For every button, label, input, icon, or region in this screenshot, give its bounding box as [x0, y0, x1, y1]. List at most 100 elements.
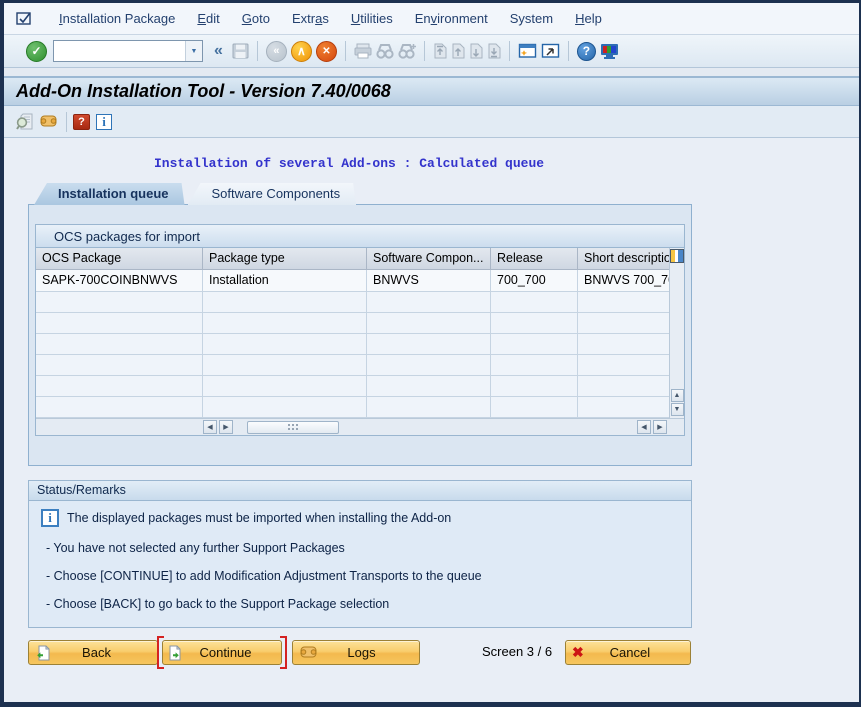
footer-buttons: Back Continue Logs Screen 3 / 6 ✖ Cancel [4, 640, 859, 674]
enter-button[interactable]: ✓ [26, 41, 47, 62]
table-cell [578, 334, 669, 355]
scroll-left-icon[interactable]: ◀ [203, 420, 217, 434]
logs-scroll-icon[interactable] [39, 114, 58, 129]
status-remarks-header: Status/Remarks [29, 481, 691, 501]
display-magnifier-icon [16, 113, 35, 130]
column-header-short-descriptio[interactable]: Short descriptio [578, 248, 669, 270]
title-bar: Add-On Installation Tool - Version 7.40/… [4, 76, 859, 106]
table-cell [491, 376, 578, 397]
column-header-ocs-package[interactable]: OCS Package [36, 248, 203, 270]
create-shortcut-icon[interactable] [541, 43, 560, 59]
table-empty-row[interactable] [36, 376, 669, 397]
table-cell: Installation [203, 270, 367, 292]
table: OCS PackagePackage typeSoftware Compon..… [36, 248, 669, 418]
table-cell [36, 376, 203, 397]
last-page-icon [487, 43, 501, 59]
scroll-left-icon[interactable]: ◀ [637, 420, 651, 434]
scroll-down-icon[interactable]: ▼ [671, 403, 684, 416]
table-cell [578, 397, 669, 418]
table-empty-row[interactable] [36, 397, 669, 418]
column-header-package-type[interactable]: Package type [203, 248, 367, 270]
command-input[interactable] [54, 42, 185, 60]
column-header-software-compon[interactable]: Software Compon... [367, 248, 491, 270]
table-cell [36, 397, 203, 418]
page-title: Add-On Installation Tool - Version 7.40/… [16, 81, 391, 102]
table-cell [491, 355, 578, 376]
tab-strip: Installation queue Software Components [34, 183, 859, 205]
menu-item-environment[interactable]: Environment [404, 7, 499, 30]
menu-item-help[interactable]: Help [564, 7, 613, 30]
tab-software-components[interactable]: Software Components [188, 183, 357, 205]
scrollbar-thumb[interactable] [247, 421, 339, 434]
horizontal-scrollbar[interactable]: ◀ ▶ ◀ ▶ [36, 418, 684, 435]
continue-button[interactable]: Continue [162, 640, 282, 665]
tab-panel: OCS packages for import OCS PackagePacka… [28, 204, 692, 466]
table-cell: 700_700 [491, 270, 578, 292]
table-cell [578, 292, 669, 313]
customize-layout-icon[interactable] [600, 43, 620, 60]
back-icon[interactable]: « [266, 41, 287, 62]
table-settings-icon[interactable] [670, 249, 684, 263]
collapse-toolbar-icon[interactable]: « [214, 42, 223, 60]
scroll-right-icon[interactable]: ▶ [219, 420, 233, 434]
table-cell [36, 334, 203, 355]
menu-item-goto[interactable]: Goto [231, 7, 281, 30]
application-help-icon[interactable]: ? [73, 114, 90, 130]
table-empty-row[interactable] [36, 313, 669, 334]
chevron-down-icon[interactable]: ▼ [185, 41, 202, 61]
table-cell [367, 397, 491, 418]
info-icon: i [41, 509, 59, 527]
command-field[interactable]: ▼ [53, 40, 203, 62]
table-cell [203, 397, 367, 418]
help-icon[interactable]: ? [577, 42, 596, 61]
status-line: - You have not selected any further Supp… [46, 541, 679, 555]
scroll-right-icon[interactable]: ▶ [653, 420, 667, 434]
cancel-button[interactable]: ✖ Cancel [565, 640, 691, 665]
next-page-icon [469, 43, 483, 59]
menu-bar: Installation PackageEditGotoExtrasUtilit… [4, 3, 859, 35]
menu-item-edit[interactable]: Edit [186, 7, 230, 30]
find-icon [376, 43, 394, 59]
info-icon[interactable]: i [96, 114, 112, 130]
table-cell [203, 292, 367, 313]
table-cell [367, 376, 491, 397]
cancel-transaction-icon[interactable]: ✕ [316, 41, 337, 62]
previous-page-icon [451, 43, 465, 59]
table-cell: SAPK-700COINBNWVS [36, 270, 203, 292]
tab-installation-queue[interactable]: Installation queue [34, 183, 185, 205]
scroll-up-icon[interactable]: ▲ [671, 389, 684, 402]
page-arrow-right-icon [169, 645, 184, 661]
table-cell [367, 292, 491, 313]
table-cell [491, 334, 578, 355]
logs-button[interactable]: Logs [292, 640, 420, 665]
table-cell [367, 334, 491, 355]
toolbar-separator [424, 41, 425, 61]
ocs-packages-groupbox: OCS packages for import OCS PackagePacka… [35, 224, 685, 436]
exit-up-icon[interactable]: ∧ [291, 41, 312, 62]
menu-item-utilities[interactable]: Utilities [340, 7, 404, 30]
status-line: - Choose [CONTINUE] to add Modification … [46, 569, 679, 583]
table-empty-row[interactable] [36, 334, 669, 355]
table-empty-row[interactable] [36, 355, 669, 376]
table-cell [367, 313, 491, 334]
find-next-icon [398, 43, 416, 59]
table-cell [36, 313, 203, 334]
toolbar-separator [66, 112, 67, 132]
table-cell [367, 355, 491, 376]
column-header-release[interactable]: Release [491, 248, 578, 270]
new-session-icon[interactable] [518, 43, 537, 59]
back-button[interactable]: Back [28, 640, 158, 665]
menu-item-extras[interactable]: Extras [281, 7, 340, 30]
save-icon [232, 43, 249, 59]
table-empty-row[interactable] [36, 292, 669, 313]
table-cell [203, 313, 367, 334]
menu-item-installation-package[interactable]: Installation Package [48, 7, 186, 30]
menu-item-system[interactable]: System [499, 7, 564, 30]
system-menu-icon[interactable] [16, 11, 34, 26]
application-toolbar: ? i [4, 106, 859, 138]
screen-heading: Installation of several Add-ons : Calcul… [154, 156, 859, 171]
vertical-scrollbar[interactable]: ▲ ▼ [669, 248, 684, 418]
table-row[interactable]: SAPK-700COINBNWVSInstallationBNWVS700_70… [36, 270, 669, 292]
window-gap [4, 68, 859, 76]
continue-button-highlight: Continue [157, 636, 287, 669]
